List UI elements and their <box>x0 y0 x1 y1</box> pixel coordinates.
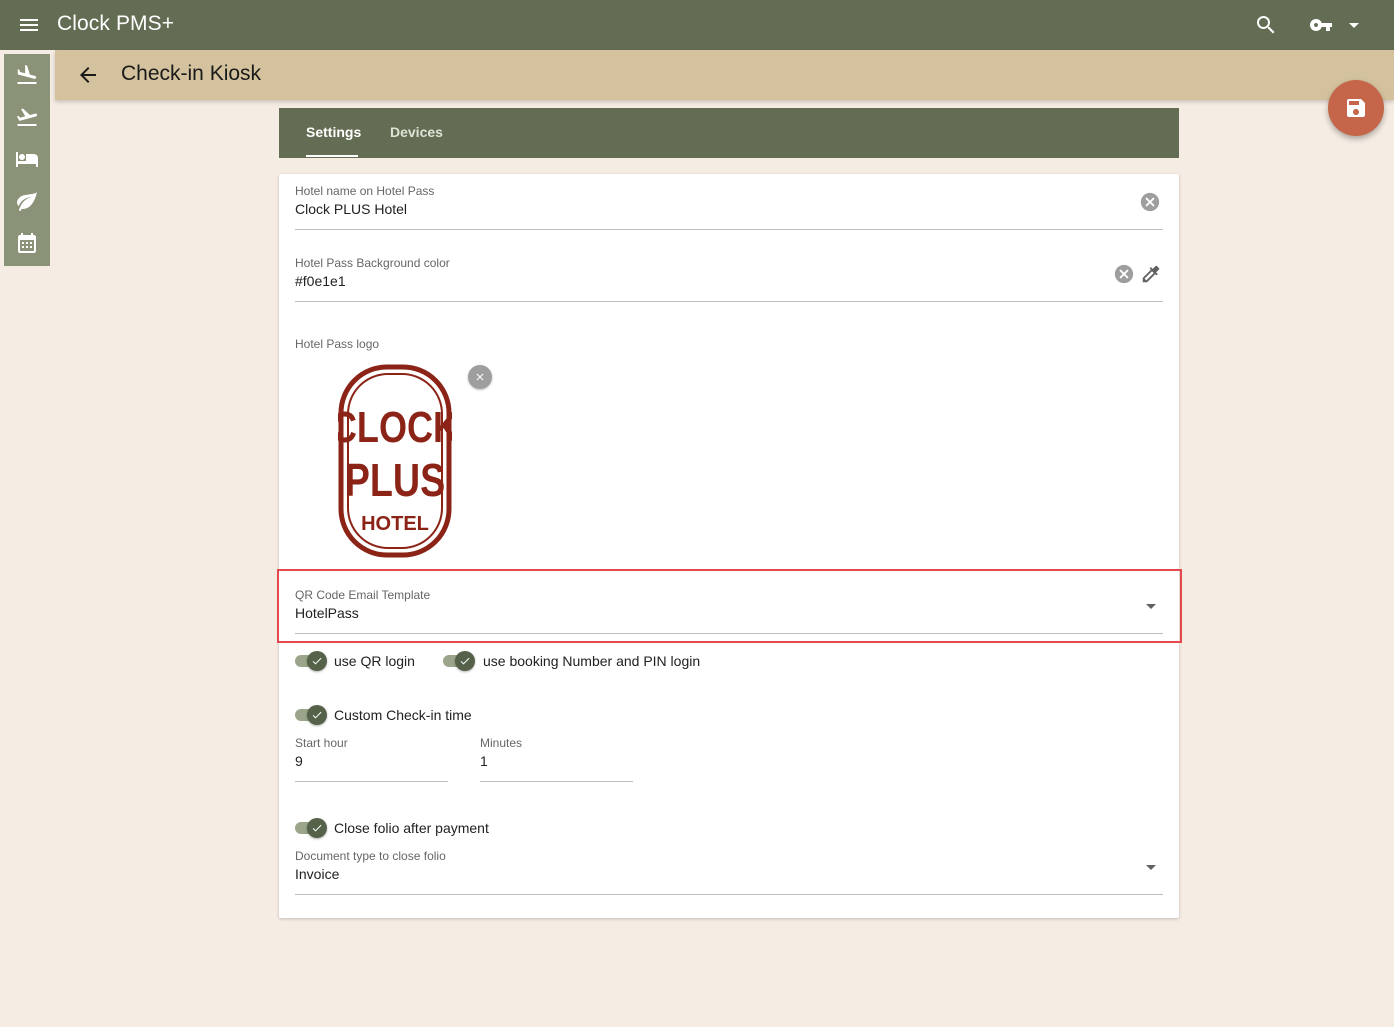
key-icon <box>1310 19 1332 31</box>
custom-checkin-toggle[interactable] <box>295 705 329 725</box>
start-hour-underline <box>295 781 448 782</box>
calendar-icon[interactable] <box>15 231 39 255</box>
clear-bg-color-icon[interactable] <box>1113 263 1135 290</box>
close-folio-label: Close folio after payment <box>334 820 489 836</box>
bg-color-underline <box>295 301 1163 302</box>
hotel-pass-logo-image: CLOCK PLUS HOTEL <box>331 364 459 558</box>
page-header: Check-in Kiosk <box>55 50 1394 100</box>
doc-type-dropdown-icon[interactable] <box>1139 855 1163 884</box>
app-title: Clock PMS+ <box>57 12 175 35</box>
qr-login-label: use QR login <box>334 653 415 669</box>
doc-type-select[interactable]: Invoice <box>295 866 339 882</box>
hotel-name-input[interactable]: Clock PLUS Hotel <box>295 201 407 217</box>
qr-template-select[interactable]: HotelPass <box>295 605 359 621</box>
settings-card: Hotel name on Hotel Pass Clock PLUS Hote… <box>279 174 1179 918</box>
logo-label: Hotel Pass logo <box>295 337 380 351</box>
left-nav-rail <box>4 54 50 266</box>
start-hour-input[interactable]: 9 <box>295 753 303 769</box>
arrow-back-icon[interactable] <box>76 63 100 87</box>
menu-icon[interactable] <box>17 13 41 37</box>
close-icon <box>476 373 484 381</box>
minutes-input[interactable]: 1 <box>480 753 488 769</box>
save-icon <box>1347 99 1365 117</box>
clear-hotel-name-icon[interactable] <box>1139 191 1161 218</box>
close-folio-toggle[interactable] <box>295 818 329 838</box>
hotel-name-label: Hotel name on Hotel Pass <box>295 184 435 198</box>
flight-takeoff-icon[interactable] <box>15 105 39 129</box>
search-icon[interactable] <box>1254 13 1278 37</box>
doc-type-label: Document type to close folio <box>295 849 446 863</box>
booking-pin-login-toggle[interactable] <box>443 651 477 671</box>
qr-template-underline <box>295 633 1163 634</box>
color-picker-icon[interactable] <box>1140 263 1162 290</box>
page-title: Check-in Kiosk <box>121 62 262 85</box>
remove-logo-button[interactable] <box>468 365 492 389</box>
tab-settings[interactable]: Settings <box>306 124 361 140</box>
top-app-bar: Clock PMS+ <box>0 0 1394 50</box>
booking-pin-login-label: use booking Number and PIN login <box>483 653 701 669</box>
bg-color-label: Hotel Pass Background color <box>295 256 450 270</box>
active-tab-indicator <box>306 155 358 157</box>
qr-template-label: QR Code Email Template <box>295 588 431 602</box>
tab-devices[interactable]: Devices <box>390 124 443 140</box>
account-menu[interactable] <box>1306 10 1366 40</box>
save-button[interactable] <box>1328 80 1384 136</box>
svg-text:CLOCK: CLOCK <box>338 403 452 452</box>
doc-type-underline <box>295 894 1163 895</box>
start-hour-label: Start hour <box>295 736 348 750</box>
bg-color-input[interactable]: #f0e1e1 <box>295 273 346 289</box>
hotel-name-underline <box>295 229 1163 230</box>
leaf-icon[interactable] <box>15 189 39 213</box>
flight-land-icon[interactable] <box>15 63 39 87</box>
qr-login-toggle[interactable] <box>295 651 329 671</box>
svg-text:PLUS: PLUS <box>345 454 446 505</box>
minutes-underline <box>480 781 633 782</box>
minutes-label: Minutes <box>480 736 523 750</box>
hotel-bed-icon[interactable] <box>15 147 39 171</box>
tab-bar: Settings Devices <box>279 108 1179 158</box>
qr-template-dropdown-icon[interactable] <box>1139 594 1163 623</box>
caret-down-icon <box>1349 23 1359 28</box>
custom-checkin-label: Custom Check-in time <box>334 707 472 723</box>
svg-text:HOTEL: HOTEL <box>361 513 429 535</box>
